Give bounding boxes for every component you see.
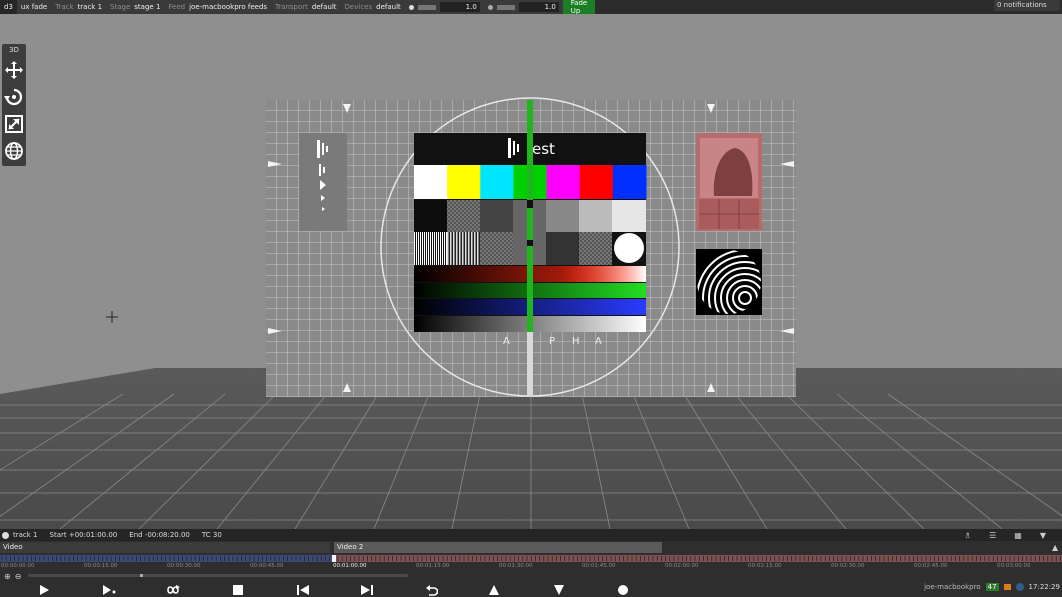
color-bar [579,165,614,199]
play-to-end-button[interactable] [101,583,117,597]
timeline-panel: track 1 Start +00:01:00.00 End -00:08:20… [0,529,1062,597]
alpha-letter: H [572,336,580,347]
ruler-tick-label: 00:01:00.00 [333,563,367,569]
track-end: End -00:08:20.00 [129,531,190,539]
track-tc: TC 30 [201,531,222,539]
volume-slider[interactable]: 1.0 [405,0,484,14]
fade-up-button[interactable]: Fade Up [562,0,596,15]
ruler-tick-label: 00:02:45.00 [914,563,948,569]
play-button[interactable] [36,583,52,597]
fps-badge: 47 [985,583,999,591]
record-button[interactable] [615,583,631,597]
ruler-tick-label: 00:00:00.00 [1,563,35,569]
grid-icon[interactable]: ▦ [1014,531,1022,540]
volume-icon [408,4,414,10]
previous-cue-button[interactable] [486,583,502,597]
ruler-tick-label: 00:02:00.00 [665,563,699,569]
rotate-icon[interactable] [2,83,26,110]
ruler-tick-label: 00:01:15.00 [416,563,450,569]
zoom-in-icon[interactable]: ⊕ [4,572,11,581]
color-bar [447,165,481,199]
figure-icon[interactable]: ♗ [964,531,971,540]
columns-icon[interactable]: ☰ [989,531,996,540]
color-bar [414,165,448,199]
zoom-scrollbar[interactable] [28,574,408,577]
dropdown-icon[interactable]: ▼ [1040,531,1046,540]
previous-section-button[interactable] [295,583,311,597]
brightness-value[interactable]: 1.0 [518,2,559,12]
playhead[interactable] [332,555,336,562]
layer-video[interactable]: Video [0,542,330,553]
3d-viewport[interactable]: est ALPHA [0,14,1062,529]
transport-controls [0,583,1062,597]
scale-icon[interactable] [2,110,26,137]
timeline-zoom-controls: ⊕ ⊖ [0,571,1062,581]
layer-video-2[interactable]: Video 2 [334,542,662,553]
color-bar [480,165,514,199]
volume-value[interactable]: 1.0 [439,2,480,12]
transport-selector[interactable]: Transport default [271,0,341,14]
timeline-ruler[interactable]: 00:00:00.00 00:00:15.00 00:00:30.00 00:00:4… [0,563,1062,571]
feed-selector[interactable]: Feed joe-macbookpro feeds [164,0,271,14]
3d-toolbox: 3D [2,44,26,166]
brightness-slider[interactable]: 1.0 [484,0,563,14]
warning-icon[interactable] [1003,584,1011,590]
top-bar: d3 ux fade Track track 1 Stage stage 1 F… [0,0,596,15]
ruler-tick-label: 00:03:00.00 [997,563,1031,569]
track-start: Start +00:01:00.00 [49,531,118,539]
preset-name[interactable]: ux fade [17,0,51,14]
ruler-tick-label: 00:02:15.00 [748,563,782,569]
ruler-tick-label: 00:00:45.00 [250,563,284,569]
ruler-tick-label: 00:01:45.00 [582,563,616,569]
layer-expand-icon[interactable]: ▲ [1052,543,1058,552]
clock-time: 17:22:29 [1028,583,1060,591]
next-cue-button[interactable] [551,583,567,597]
stage-selector[interactable]: Stage stage 1 [106,0,164,14]
devices-selector[interactable]: Devices default [341,0,405,14]
zoom-out-icon[interactable]: ⊖ [15,572,22,581]
alpha-letter: A [595,336,602,347]
alpha-letter: P [549,336,555,347]
scene-render: est ALPHA [0,14,1062,529]
next-section-button[interactable] [359,583,375,597]
move-icon[interactable] [2,56,26,83]
track-name[interactable]: track 1 [13,531,38,539]
brightness-icon [487,4,493,10]
loop-button[interactable] [165,583,181,597]
clock-icon [1015,583,1024,591]
toolbox-title: 3D [9,46,19,54]
color-bar [612,165,647,199]
test-card-brand: est [532,140,555,158]
track-selector[interactable]: Track track 1 [51,0,106,14]
color-bar [546,165,581,199]
ruler-tick-label: 00:01:30.00 [499,563,533,569]
alpha-letter: A [503,336,510,347]
ruler-tick-label: 00:00:15.00 [84,563,118,569]
timeline-clip-strip[interactable] [0,555,1062,562]
timeline-header: track 1 Start +00:01:00.00 End -00:08:20… [0,529,1062,541]
layer-rows: Video Video 2 ▲ [0,542,1062,553]
track-status-icon [2,531,9,539]
ruler-tick-label: 00:00:30.00 [167,563,201,569]
status-area: joe-macbookpro 47 17:22:29 [924,581,1060,593]
host-name: joe-macbookpro [924,583,981,591]
project-name[interactable]: d3 [0,0,17,14]
notifications-button[interactable]: 0 notifications [994,0,1060,11]
ruler-tick-label: 00:02:30.00 [831,563,865,569]
stop-button[interactable] [230,583,246,597]
globe-icon[interactable] [2,137,26,164]
return-button[interactable] [424,583,440,597]
